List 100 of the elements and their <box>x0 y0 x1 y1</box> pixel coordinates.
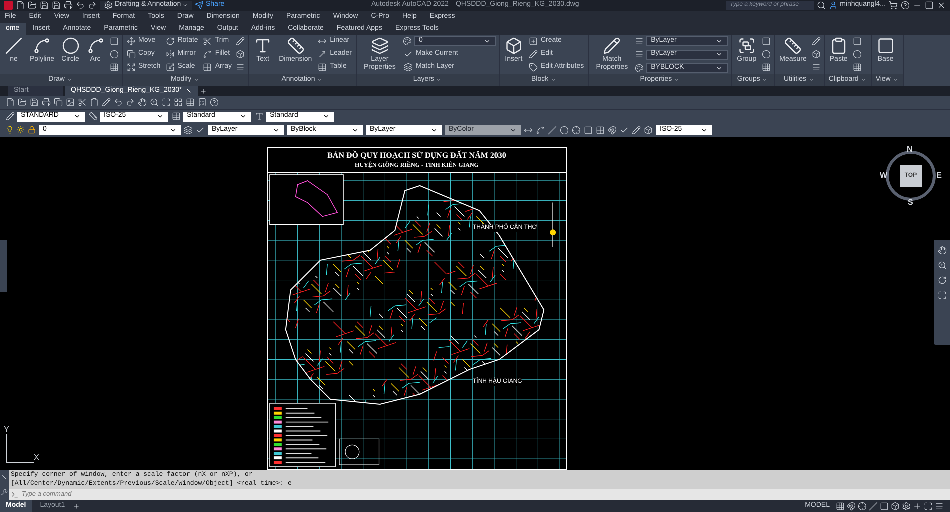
wrench-icon[interactable] <box>1 489 8 496</box>
line-icon[interactable] <box>869 502 878 510</box>
copy-icon[interactable] <box>54 98 63 107</box>
pencil-icon[interactable] <box>236 37 246 46</box>
pencil-icon <box>528 50 538 59</box>
maximize-icon[interactable] <box>938 291 946 300</box>
grid-icon[interactable] <box>852 63 862 72</box>
chevron-icon <box>240 113 247 120</box>
chevron-icon <box>352 126 359 134</box>
plus-icon[interactable] <box>913 502 922 510</box>
save-icon[interactable] <box>52 1 61 10</box>
square-icon[interactable] <box>584 126 593 134</box>
chevron-icon <box>762 77 768 83</box>
box-icon[interactable] <box>644 126 653 134</box>
horizontal-arrows-icon <box>318 37 328 46</box>
image-icon[interactable] <box>66 98 75 107</box>
maximize-icon[interactable] <box>162 98 171 107</box>
lines-icon[interactable] <box>812 63 821 72</box>
diagonal-arrow-icon <box>318 50 328 59</box>
curve-icon <box>86 37 105 55</box>
zoom-icon[interactable] <box>150 98 159 107</box>
folder-icon[interactable] <box>18 98 27 107</box>
menu-icon[interactable] <box>935 502 944 510</box>
pencil-icon[interactable] <box>812 37 821 46</box>
printer-icon[interactable] <box>64 1 73 10</box>
save-icon[interactable] <box>30 98 39 107</box>
pencil-icon[interactable] <box>102 98 111 107</box>
chevron-icon <box>183 2 188 9</box>
help-icon[interactable] <box>210 98 219 107</box>
expand-icon <box>126 63 136 72</box>
magnet-icon[interactable] <box>847 502 856 510</box>
circle-icon[interactable] <box>110 50 119 59</box>
box-icon <box>504 37 523 55</box>
crosshair-icon[interactable] <box>858 502 867 510</box>
grid-icon[interactable] <box>110 63 119 72</box>
hand-icon[interactable] <box>138 98 147 107</box>
printer-icon[interactable] <box>42 98 51 107</box>
add-layout-icon[interactable] <box>73 502 80 510</box>
calculator-icon[interactable] <box>198 98 207 107</box>
flip-icon <box>166 50 175 59</box>
clipboard-icon[interactable] <box>90 98 99 107</box>
scissors-icon[interactable] <box>78 98 87 107</box>
compass-label: W <box>880 171 888 180</box>
compass-label: E <box>936 171 942 180</box>
curve-icon[interactable] <box>536 126 545 134</box>
folder-icon[interactable] <box>28 1 37 10</box>
new-tab-icon[interactable] <box>200 88 208 95</box>
cart-icon[interactable] <box>889 1 898 10</box>
layers-icon[interactable] <box>184 126 193 134</box>
square-icon[interactable] <box>762 37 771 46</box>
lines-icon <box>635 36 644 46</box>
redo-icon[interactable] <box>88 1 97 10</box>
chevron-icon <box>892 77 899 83</box>
square-icon <box>876 37 895 55</box>
magnet-icon[interactable] <box>608 126 617 134</box>
maximize-icon[interactable] <box>924 502 933 510</box>
scissors-icon <box>203 37 212 46</box>
axis-label: X <box>34 453 40 462</box>
check-icon[interactable] <box>196 126 205 134</box>
grid-icon[interactable] <box>174 98 183 107</box>
search-icon[interactable] <box>817 1 826 10</box>
table-icon[interactable] <box>186 98 195 107</box>
group-icon <box>738 37 756 55</box>
maximize-icon[interactable] <box>925 1 934 10</box>
horizontal-arrows-icon[interactable] <box>524 126 533 134</box>
zoom-icon[interactable] <box>938 261 946 270</box>
redo-icon[interactable] <box>126 98 135 107</box>
square-icon[interactable] <box>852 37 862 46</box>
crosshair-icon[interactable] <box>572 126 581 134</box>
rotate-icon[interactable] <box>938 276 946 285</box>
save-icon[interactable] <box>40 1 49 10</box>
box-icon[interactable] <box>812 50 821 59</box>
box-icon[interactable] <box>236 50 246 59</box>
square-icon[interactable] <box>880 502 889 510</box>
help-icon[interactable] <box>901 1 910 10</box>
file-icon[interactable] <box>16 1 25 10</box>
box-icon[interactable] <box>891 502 900 510</box>
letter-icon <box>254 37 272 55</box>
circle-icon[interactable] <box>852 50 862 59</box>
grid-icon[interactable] <box>836 502 845 510</box>
plus-square-icon <box>528 37 538 46</box>
square-icon[interactable] <box>110 37 119 46</box>
hand-icon[interactable] <box>938 246 946 255</box>
circle-icon[interactable] <box>560 126 569 134</box>
close-icon[interactable] <box>1 474 8 481</box>
lines-icon[interactable] <box>236 63 246 72</box>
check-icon[interactable] <box>620 126 629 134</box>
circle-icon[interactable] <box>762 50 771 59</box>
circle-icon <box>62 37 80 55</box>
close-icon[interactable] <box>937 1 946 10</box>
line-icon[interactable] <box>548 126 557 134</box>
grid-icon[interactable] <box>596 126 605 134</box>
grid-icon[interactable] <box>762 63 771 72</box>
file-icon[interactable] <box>6 98 15 107</box>
undo-icon[interactable] <box>114 98 123 107</box>
settings-icon[interactable] <box>902 502 911 510</box>
copy-icon <box>126 50 136 59</box>
pencil-icon[interactable] <box>632 126 641 134</box>
lightbulb-icon <box>6 126 14 134</box>
undo-icon[interactable] <box>76 1 85 10</box>
